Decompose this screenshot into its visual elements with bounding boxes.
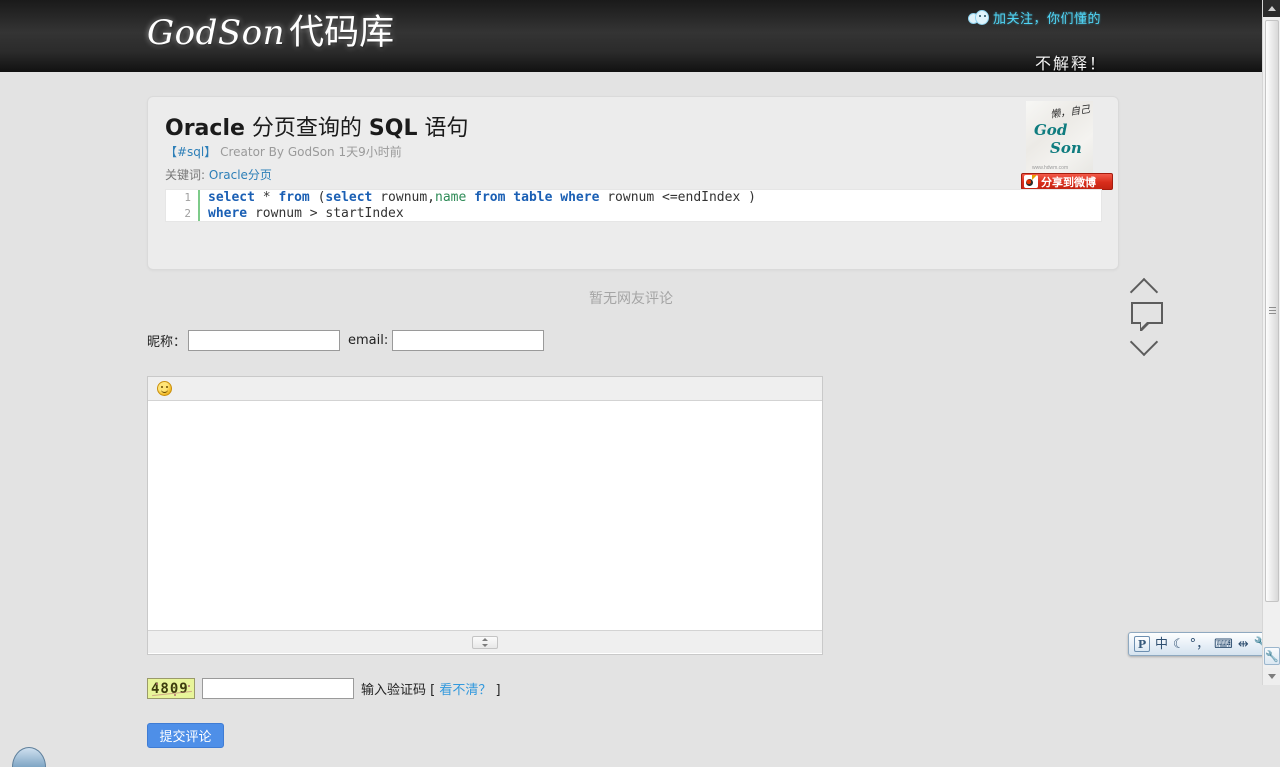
face-icon	[968, 9, 990, 27]
article-keywords: 关键词: Oracle分页	[165, 166, 272, 183]
comment-editor	[147, 376, 823, 655]
smiley-icon[interactable]	[157, 381, 172, 396]
site-logo-cn: 代码库	[289, 13, 395, 53]
article-meta: 【#sql】 Creator By GodSon 1天9小时前	[165, 143, 402, 160]
scroll-up-arrow[interactable]	[1263, 0, 1280, 17]
ime-logo-icon[interactable]: P	[1134, 636, 1150, 652]
code-line-content: select * from (select rownum,name from t…	[208, 190, 756, 205]
no-comments-message: 暂无网友评论	[589, 291, 673, 307]
email-input[interactable]	[392, 330, 545, 351]
title-part-sql: SQL	[368, 116, 418, 141]
title-part-main: Oracle	[165, 116, 245, 141]
wrench-icon[interactable]: 🔧	[1264, 647, 1280, 665]
site-logo[interactable]: GodSon 代码库	[147, 4, 394, 55]
comment-textarea[interactable]	[148, 401, 822, 630]
ime-switch-icon[interactable]: ⇹	[1238, 638, 1249, 651]
thumb-text-son: Son	[1050, 139, 1082, 157]
share-button-label: 分享到微博	[1041, 175, 1096, 189]
thumb-scribble-text: 懒，自己	[1049, 104, 1091, 121]
code-line-number: 1	[166, 190, 200, 206]
captcha-hint-end: ]	[495, 683, 501, 698]
share-to-weibo-button[interactable]: 分享到微博	[1021, 173, 1113, 190]
email-label: email:	[348, 333, 389, 348]
code-line: 1 select * from (select rownum,name from …	[166, 190, 1101, 206]
ime-punctuation-icon[interactable]: °，	[1190, 638, 1210, 651]
code-line-content: where rownum > startIndex	[208, 206, 404, 221]
scroll-down-arrow[interactable]	[1263, 668, 1280, 685]
ime-moon-icon[interactable]: ☾	[1173, 638, 1185, 651]
article-tag[interactable]: 【#sql】	[165, 145, 216, 159]
follow-link[interactable]: 加关注，你们懂的	[968, 8, 1101, 27]
side-nav-widget	[1125, 280, 1170, 380]
code-line-number: 2	[166, 206, 200, 221]
speech-bubble-icon[interactable]	[1131, 302, 1163, 331]
keyword-link-oracle[interactable]: Oracle分页	[209, 168, 272, 182]
comment-identity-row: 昵称： email:	[147, 330, 545, 351]
page-title: Oracle 分页查询的 SQL 语句	[165, 110, 468, 142]
code-block: 1 select * from (select rownum,name from …	[165, 189, 1102, 222]
ime-keyboard-icon[interactable]: ⌨	[1214, 638, 1233, 651]
keywords-label: 关键词:	[165, 168, 206, 182]
code-line: 2 where rownum > startIndex	[166, 206, 1101, 221]
weibo-icon	[1024, 175, 1038, 188]
follow-label: 加关注，你们懂的	[993, 12, 1102, 27]
chevron-down-icon[interactable]	[1131, 336, 1163, 352]
chevron-up-icon[interactable]	[1131, 280, 1163, 296]
resize-grip-handle[interactable]	[472, 636, 498, 649]
browser-scrollbar[interactable]: 🔧	[1262, 0, 1280, 685]
title-part-cn2: 语句	[417, 116, 469, 141]
captcha-hint-text: 输入验证码 [	[361, 683, 436, 698]
thumb-url-text: www.hdwm.com	[1032, 165, 1069, 171]
article-creator: Creator By GodSon 1天9小时前	[220, 145, 402, 159]
scrollbar-thumb[interactable]	[1265, 20, 1279, 602]
editor-toolbar	[148, 377, 822, 401]
captcha-input[interactable]	[202, 678, 354, 699]
site-header: GodSon 代码库 加关注，你们懂的 不解释！	[0, 0, 1262, 72]
captcha-hint: 输入验证码 [ 看不清？ ]	[361, 679, 501, 698]
page-body: Oracle 分页查询的 SQL 语句 【#sql】 Creator By Go…	[0, 72, 1262, 767]
title-part-cn1: 分页查询的	[244, 116, 369, 141]
captcha-row: 4809 输入验证码 [ 看不清？ ]	[147, 678, 501, 699]
site-slogan: 不解释！	[1035, 54, 1108, 72]
captcha-refresh-link[interactable]: 看不清？	[439, 683, 491, 698]
site-logo-en: GodSon	[147, 13, 286, 53]
ime-chinese-mode-icon[interactable]: 中	[1155, 638, 1168, 651]
editor-resize-bar	[148, 630, 822, 653]
bottom-left-widget[interactable]	[12, 747, 46, 767]
submit-comment-button[interactable]: 提交评论	[147, 723, 224, 748]
author-thumbnail: 懒，自己 God Son www.hdwm.com	[1026, 101, 1093, 173]
nickname-input[interactable]	[188, 330, 341, 351]
thumb-text-god: God	[1034, 121, 1068, 139]
nickname-label: 昵称：	[147, 335, 187, 350]
captcha-image[interactable]: 4809	[147, 678, 195, 699]
article-card: Oracle 分页查询的 SQL 语句 【#sql】 Creator By Go…	[147, 96, 1119, 270]
ime-toolbar: P中☾°，⌨⇹🔧	[1128, 632, 1276, 656]
